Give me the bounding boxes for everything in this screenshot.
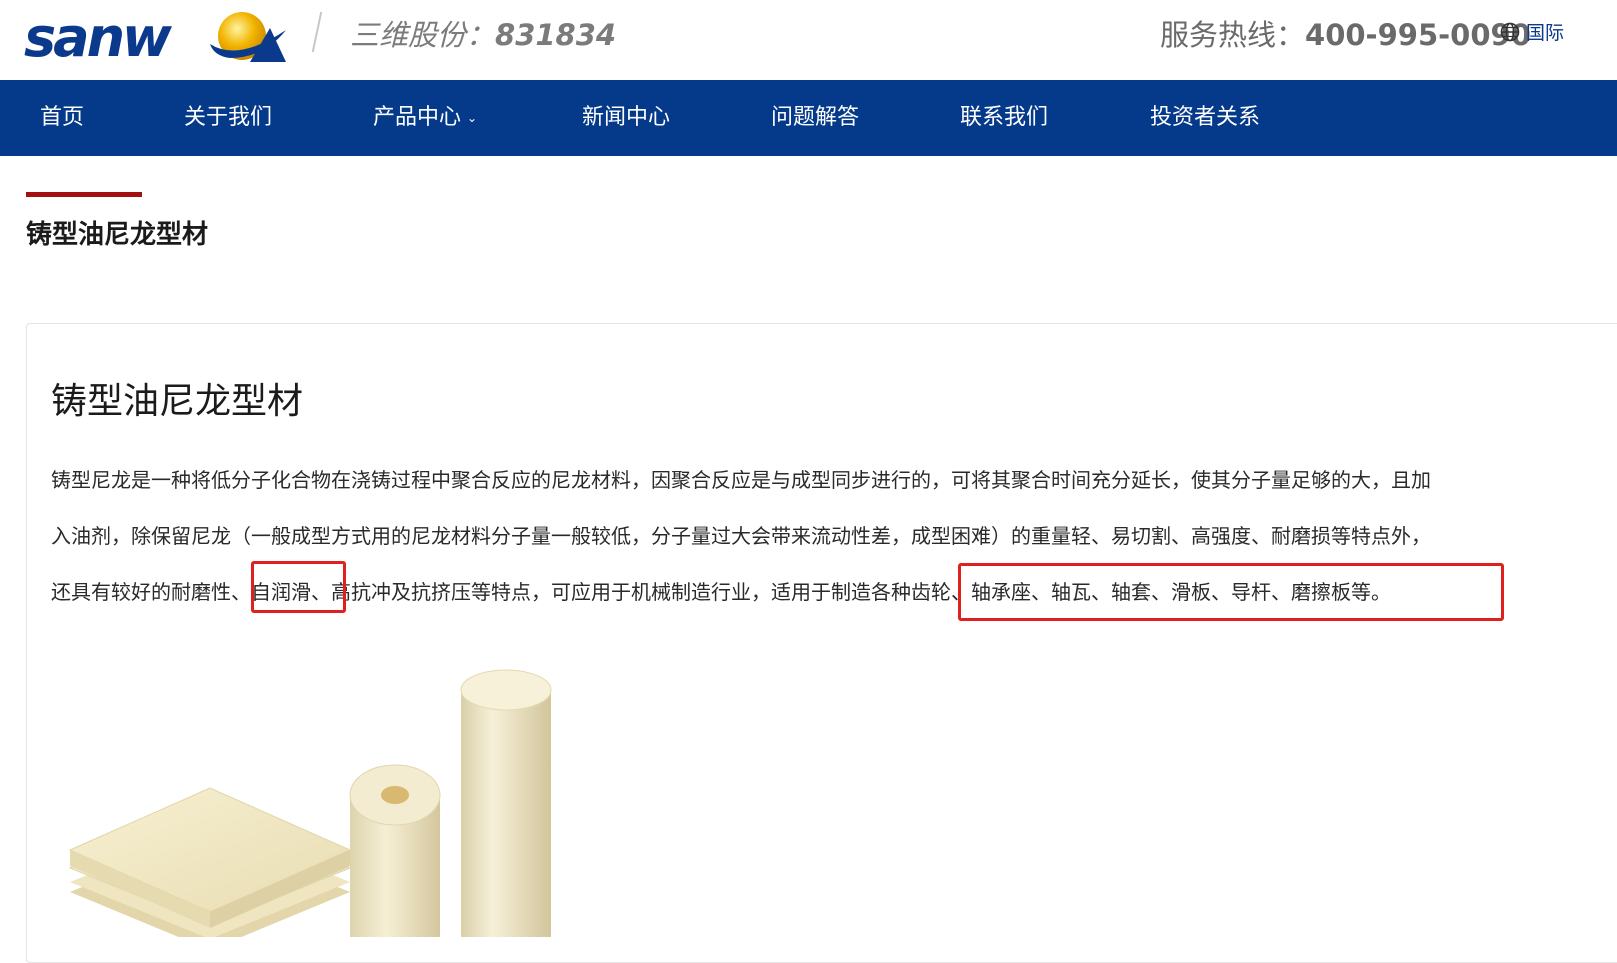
nav-item-label: 首页	[40, 105, 85, 130]
highlight-box-self-lubricating	[251, 561, 346, 613]
chevron-down-icon: ⌄	[467, 111, 478, 125]
hotline-number: 400-995-0090	[1305, 18, 1531, 52]
company-logo[interactable]: sanw	[24, 0, 294, 70]
nav-item-label: 关于我们	[184, 105, 273, 130]
article-text-line: 铸型尼龙是一种将低分子化合物在浇铸过程中聚合反应的尼龙材料，因聚合反应是与成型同…	[51, 468, 1431, 492]
nav-item-news[interactable]: 新闻中心	[582, 80, 670, 156]
title-accent-bar	[26, 192, 142, 197]
nav-item-about[interactable]: 关于我们	[184, 80, 272, 156]
hotline-label: 服务热线：	[1160, 18, 1306, 52]
nav-item-home[interactable]: 首页	[40, 80, 84, 156]
nav-item-label: 联系我们	[960, 105, 1049, 130]
product-image	[68, 669, 552, 937]
globe-icon	[1500, 22, 1520, 41]
language-switcher[interactable]: 国际	[1500, 18, 1564, 45]
nav-item-faq[interactable]: 问题解答	[771, 80, 859, 156]
main-nav: 首页 关于我们 产品中心 ⌄ 新闻中心 问题解答 联系我们 投资者关系	[0, 80, 1617, 156]
nav-item-label: 产品中心	[373, 105, 462, 130]
stock-info: 三维股份：831834	[350, 12, 616, 54]
stock-label: 三维股份：	[350, 18, 496, 52]
article-title: 铸型油尼龙型材	[51, 381, 304, 422]
highlight-box-applications	[958, 563, 1504, 621]
nav-item-label: 投资者关系	[1150, 105, 1261, 130]
service-hotline: 服务热线：400-995-0090	[1160, 12, 1531, 54]
stock-code: 831834	[495, 18, 617, 52]
language-label: 国际	[1526, 22, 1565, 44]
nav-item-label: 新闻中心	[582, 105, 671, 130]
article-text-line: 入油剂，除保留尼龙（一般成型方式用的尼龙材料分子量一般较低，分子量过大会带来流动…	[51, 524, 1431, 548]
nav-item-products[interactable]: 产品中心 ⌄	[373, 80, 477, 156]
nav-item-label: 问题解答	[771, 105, 860, 130]
logo-divider	[311, 12, 323, 52]
svg-text:sanw: sanw	[24, 6, 173, 69]
nav-item-contact[interactable]: 联系我们	[960, 80, 1048, 156]
page-title: 铸型油尼龙型材	[26, 220, 209, 250]
nav-item-investors[interactable]: 投资者关系	[1150, 80, 1260, 156]
site-header: sanw 三维股份：831834 服务热线：400-995-0090 国际	[0, 0, 1617, 80]
